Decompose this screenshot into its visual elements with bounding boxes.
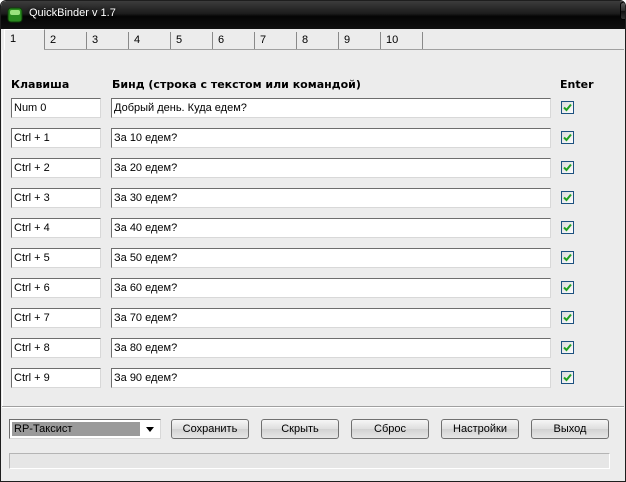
- checkmark-icon: [563, 283, 572, 292]
- bind-text-field[interactable]: За 10 едем?: [111, 128, 551, 148]
- profile-select-value: RP-Таксист: [12, 422, 140, 436]
- tab-2[interactable]: 2: [45, 32, 87, 50]
- exit-button[interactable]: Выход: [531, 419, 609, 439]
- checkmark-icon: [563, 133, 572, 142]
- checkmark-icon: [563, 373, 572, 382]
- header-bind: Бинд (строка с текстом или командой): [112, 78, 361, 91]
- app-icon: [7, 7, 23, 23]
- tab-7[interactable]: 7: [255, 32, 297, 50]
- checkmark-icon: [563, 253, 572, 262]
- enter-checkbox[interactable]: [561, 341, 574, 354]
- tab-6[interactable]: 6: [213, 32, 255, 50]
- header-enter: Enter: [560, 78, 594, 91]
- chevron-down-icon: [146, 426, 154, 432]
- enter-checkbox[interactable]: [561, 221, 574, 234]
- bind-text-field[interactable]: За 40 едем?: [111, 218, 551, 238]
- tab-8[interactable]: 8: [297, 32, 339, 50]
- tab-1[interactable]: 1: [4, 29, 45, 50]
- tab-panel-1: Клавиша Бинд (строка с текстом или коман…: [2, 50, 624, 407]
- checkmark-icon: [563, 343, 572, 352]
- bind-text-field[interactable]: За 20 едем?: [111, 158, 551, 178]
- key-field[interactable]: Ctrl + 8: [11, 338, 101, 358]
- enter-checkbox[interactable]: [561, 161, 574, 174]
- save-button[interactable]: Сохранить: [171, 419, 249, 439]
- enter-checkbox[interactable]: [561, 191, 574, 204]
- enter-checkbox[interactable]: [561, 281, 574, 294]
- tab-10[interactable]: 10: [381, 32, 423, 50]
- dropdown-arrow[interactable]: [142, 422, 158, 436]
- hide-button[interactable]: Скрыть: [261, 419, 339, 439]
- bind-text-field[interactable]: За 30 едем?: [111, 188, 551, 208]
- bind-text-field[interactable]: За 60 едем?: [111, 278, 551, 298]
- quickbinder-window: QuickBinder v 1.7 1 2 3 4 5 6 7 8 9 10 К: [0, 0, 626, 482]
- bind-text-field[interactable]: Добрый день. Куда едем?: [111, 98, 551, 118]
- minimize-button[interactable]: [620, 2, 625, 20]
- key-field[interactable]: Ctrl + 9: [11, 368, 101, 388]
- window-title: QuickBinder v 1.7: [29, 7, 116, 19]
- checkmark-icon: [563, 223, 572, 232]
- key-field[interactable]: Ctrl + 4: [11, 218, 101, 238]
- key-field[interactable]: Ctrl + 1: [11, 128, 101, 148]
- tab-4[interactable]: 4: [129, 32, 171, 50]
- header-key: Клавиша: [11, 78, 70, 91]
- tab-5[interactable]: 5: [171, 32, 213, 50]
- checkmark-icon: [563, 313, 572, 322]
- key-field[interactable]: Ctrl + 6: [11, 278, 101, 298]
- bind-text-field[interactable]: За 90 едем?: [111, 368, 551, 388]
- tab-strip: 1 2 3 4 5 6 7 8 9 10: [2, 29, 624, 51]
- enter-checkbox[interactable]: [561, 131, 574, 144]
- tab-3[interactable]: 3: [87, 32, 129, 50]
- bind-text-field[interactable]: За 50 едем?: [111, 248, 551, 268]
- checkmark-icon: [563, 193, 572, 202]
- enter-checkbox[interactable]: [561, 371, 574, 384]
- bind-text-field[interactable]: За 80 едем?: [111, 338, 551, 358]
- title-bar[interactable]: QuickBinder v 1.7: [1, 1, 625, 29]
- bind-text-field[interactable]: За 70 едем?: [111, 308, 551, 328]
- checkmark-icon: [563, 163, 572, 172]
- settings-button[interactable]: Настройки: [441, 419, 519, 439]
- key-field[interactable]: Ctrl + 2: [11, 158, 101, 178]
- reset-button[interactable]: Сброс: [351, 419, 429, 439]
- key-field[interactable]: Ctrl + 7: [11, 308, 101, 328]
- enter-checkbox[interactable]: [561, 251, 574, 264]
- bottom-separator: [2, 406, 624, 408]
- tab-9[interactable]: 9: [339, 32, 381, 50]
- key-field[interactable]: Num 0: [11, 98, 101, 118]
- enter-checkbox[interactable]: [561, 311, 574, 324]
- status-bar: [9, 453, 610, 469]
- enter-checkbox[interactable]: [561, 101, 574, 114]
- key-field[interactable]: Ctrl + 3: [11, 188, 101, 208]
- key-field[interactable]: Ctrl + 5: [11, 248, 101, 268]
- checkmark-icon: [563, 103, 572, 112]
- profile-select[interactable]: RP-Таксист: [9, 419, 161, 439]
